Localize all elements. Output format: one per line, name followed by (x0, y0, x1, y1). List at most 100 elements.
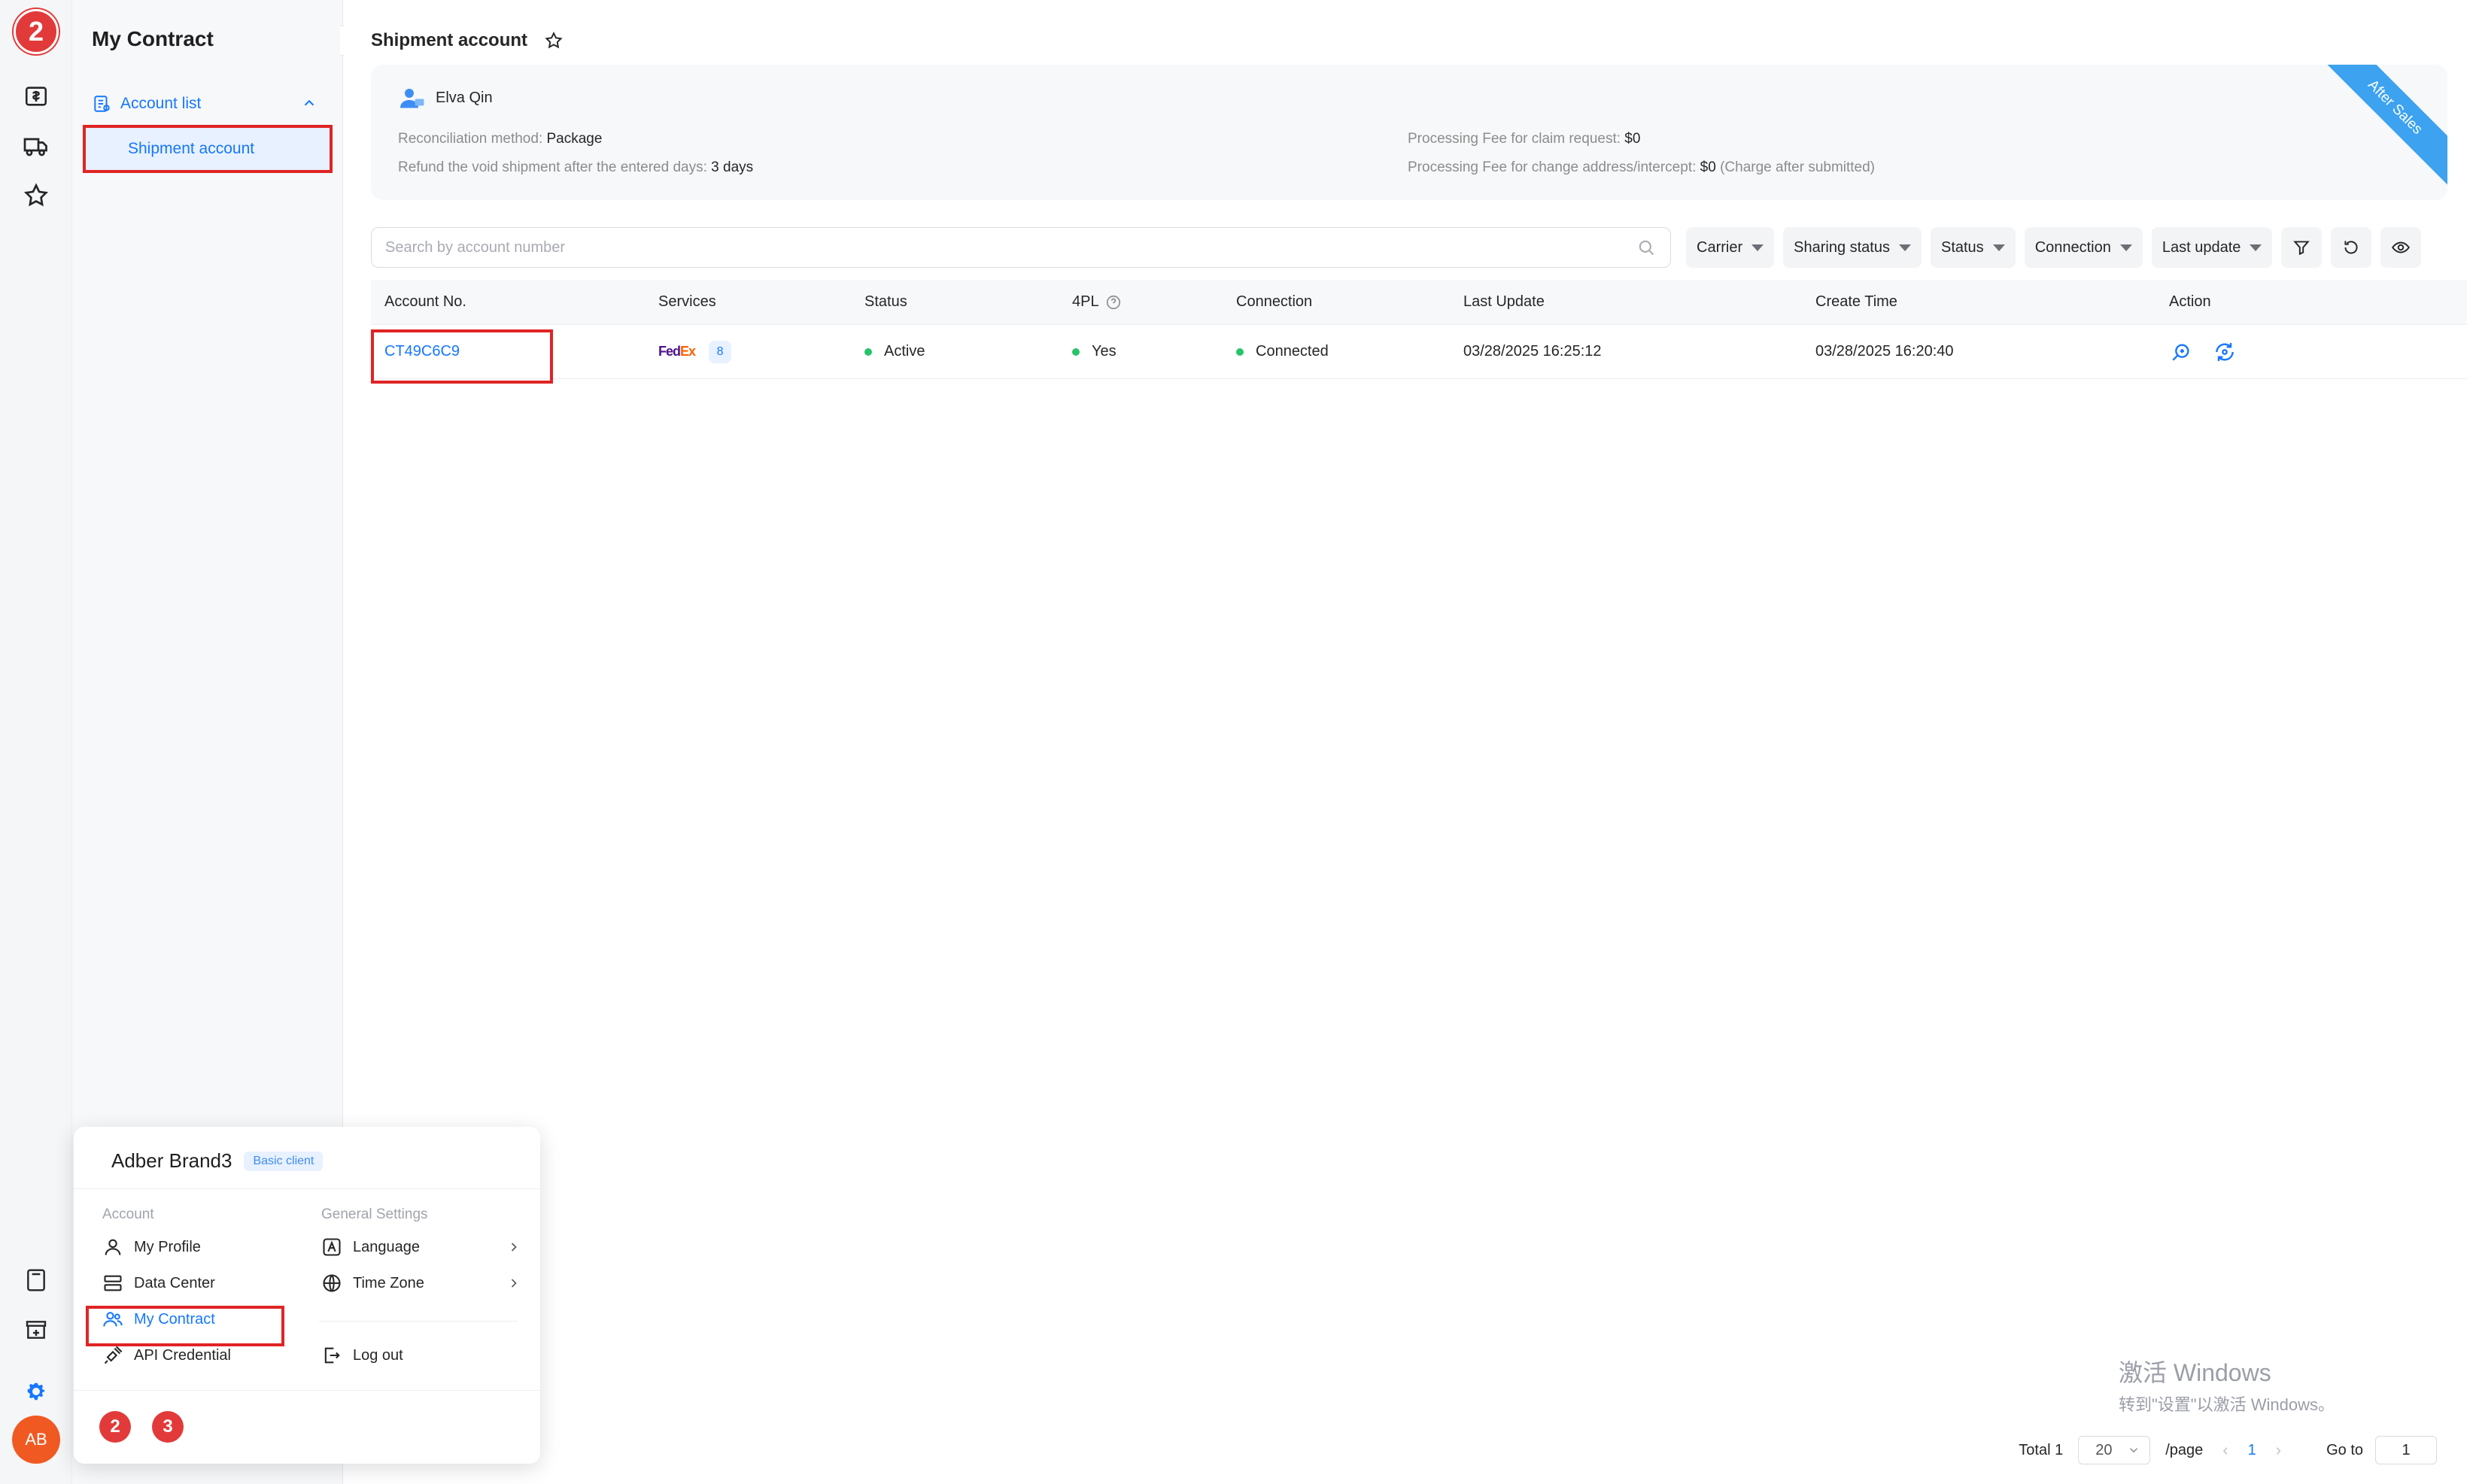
cell-connection: Connected (1223, 343, 1450, 360)
time-zone-label: Time Zone (353, 1274, 424, 1291)
truck-icon[interactable] (20, 129, 53, 162)
col-create-time: Create Time (1815, 293, 1897, 310)
user-id-icon (400, 89, 424, 108)
col-action: Action (2169, 293, 2211, 310)
popover-header: Adber Brand3 Basic client (111, 1149, 324, 1173)
fedex-logo-fe: Fed (658, 344, 681, 359)
avatar[interactable]: AB (12, 1416, 60, 1464)
filter-sharing-status[interactable]: Sharing status (1783, 227, 1922, 268)
icon-rail: 2 AB (0, 0, 72, 1484)
page-title: Shipment account (371, 30, 564, 51)
account-list-group[interactable]: Account list (92, 89, 317, 119)
current-page[interactable]: 1 (2248, 1442, 2256, 1459)
status-text: Active (884, 343, 925, 360)
account-info-card: Elva Qin Reconciliation method: Package … (371, 65, 2447, 200)
after-sales-ribbon: After Sales (2313, 65, 2447, 190)
search-input[interactable] (385, 238, 1636, 256)
main-content: Shipment account Elva Qin Reconciliation… (344, 0, 2473, 1484)
menu-language[interactable]: Language (321, 1237, 517, 1258)
my-profile-label: My Profile (134, 1238, 201, 1255)
menu-time-zone[interactable]: Time Zone (321, 1273, 517, 1294)
funnel-icon (2293, 241, 2310, 256)
data-center-label: Data Center (134, 1274, 215, 1291)
goto-page-input[interactable]: 1 (2375, 1436, 2437, 1464)
cell-account-no: CT49C6C9 (371, 329, 645, 384)
status-dot (1072, 347, 1080, 356)
owner-row: Elva Qin (398, 84, 493, 111)
refresh-button[interactable] (2331, 227, 2372, 268)
account-section-label: Account (102, 1206, 154, 1222)
cell-status: Active (851, 343, 1059, 360)
cell-4pl: Yes (1059, 343, 1223, 360)
claim-fee-label: Processing Fee for claim request: (1408, 131, 1621, 147)
refund-value: 3 days (711, 159, 754, 175)
divider (74, 1188, 540, 1189)
search-detail-icon[interactable] (2169, 340, 2193, 364)
reconciliation-value: Package (546, 131, 603, 147)
favorite-star-icon[interactable] (544, 31, 564, 50)
menu-api-credential[interactable]: API Credential (102, 1345, 231, 1366)
reconciliation-method: Reconciliation method: Package (398, 131, 602, 147)
col-4pl-label: 4PL (1072, 293, 1099, 310)
menu-my-profile[interactable]: My Profile (102, 1237, 201, 1258)
menu-data-center[interactable]: Data Center (102, 1273, 215, 1294)
status-dot (864, 347, 872, 356)
help-circle-icon[interactable] (1105, 294, 1122, 311)
settings-gear-icon[interactable] (20, 1375, 53, 1408)
watermark-line1: 激活 Windows (2119, 1359, 2271, 1386)
store-icon[interactable] (20, 1313, 53, 1346)
divider (319, 1321, 518, 1322)
billing-icon[interactable] (20, 80, 53, 113)
search-icon[interactable] (1636, 237, 1657, 258)
subnav-title: My Contract (92, 27, 214, 50)
filter-connection[interactable]: Connection (2024, 227, 2143, 268)
calculator-icon[interactable] (20, 1264, 53, 1297)
prev-page-button[interactable]: ‹ (2222, 1440, 2228, 1460)
reconciliation-label: Reconciliation method: (398, 131, 543, 147)
watermark-line2: 转到"设置"以激活 Windows。 (2119, 1395, 2335, 1414)
filter-sharing-status-label: Sharing status (1794, 238, 1890, 256)
fourpl-text: Yes (1092, 343, 1116, 360)
general-settings-section-label: General Settings (321, 1206, 428, 1222)
connection-text: Connected (1256, 343, 1329, 360)
filter-status-label: Status (1940, 238, 1984, 256)
change-address-fee: Processing Fee for change address/interc… (1408, 159, 1875, 176)
caret-down-icon (2250, 244, 2262, 251)
menu-log-out[interactable]: Log out (321, 1345, 403, 1366)
next-page-button[interactable]: › (2276, 1440, 2281, 1460)
filter-carrier-label: Carrier (1697, 238, 1743, 256)
col-connection: Connection (1236, 293, 1313, 310)
chevron-right-icon (511, 1279, 517, 1288)
per-page-label: /page (2165, 1441, 2204, 1458)
accounts-table: Account No. Services Status 4PL Connecti… (371, 280, 2467, 384)
sync-settings-icon[interactable] (2213, 340, 2237, 364)
divider (74, 1390, 540, 1391)
owner-name: Elva Qin (436, 89, 493, 106)
filter-carrier[interactable]: Carrier (1686, 227, 1775, 268)
col-account-no: Account No. (384, 293, 466, 310)
account-popover: Adber Brand3 Basic client Account Genera… (74, 1127, 540, 1464)
page-size-select[interactable]: 20 (2078, 1436, 2151, 1464)
windows-activation-watermark: 激活 Windows 转到"设置"以激活 Windows。 (2119, 1354, 2335, 1416)
highlight-box (86, 1306, 284, 1346)
column-visibility-button[interactable] (2380, 227, 2422, 268)
change-fee-value: $0 (1700, 159, 1716, 175)
page-title-text: Shipment account (371, 30, 528, 50)
pagination: Total 1 20 /page ‹ 1 › Go to 1 (2019, 1435, 2437, 1465)
advanced-filter-button[interactable] (2281, 227, 2323, 268)
refund-label: Refund the void shipment after the enter… (398, 159, 707, 175)
filter-last-update[interactable]: Last update (2151, 227, 2273, 268)
star-icon[interactable] (20, 179, 53, 212)
caret-down-icon (1992, 244, 2005, 251)
total-count: Total 1 (2019, 1441, 2064, 1458)
refund-void-days: Refund the void shipment after the enter… (398, 159, 753, 176)
step-badge: 2 (14, 9, 59, 54)
account-list-label: Account list (120, 95, 202, 112)
language-label: Language (353, 1238, 420, 1255)
cell-action (2156, 340, 2381, 364)
services-count-badge[interactable]: 8 (709, 340, 732, 363)
col-last-update: Last Update (1463, 293, 1545, 310)
client-tag: Basic client (244, 1151, 324, 1171)
sidebar-item-shipment-account[interactable]: Shipment account (83, 125, 333, 173)
filter-status[interactable]: Status (1930, 227, 2016, 268)
